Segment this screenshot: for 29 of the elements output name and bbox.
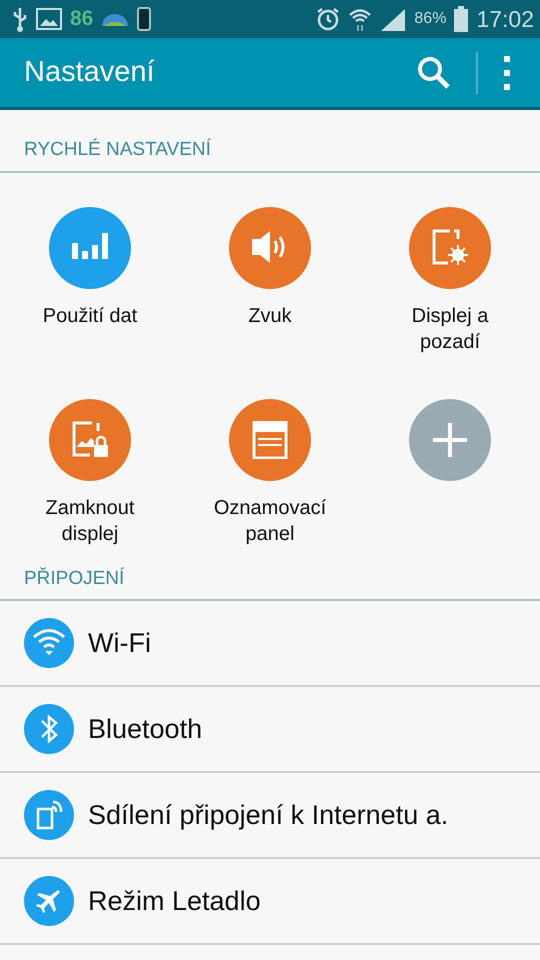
shortcut-tile[interactable]: Zamknout displej (0, 398, 180, 546)
search-button[interactable] (416, 54, 452, 90)
usb-icon (12, 6, 28, 32)
shortcut-tile[interactable]: Displej a pozadí (360, 206, 540, 354)
clock-time: 17:02 (476, 4, 534, 34)
image-icon (36, 8, 62, 30)
more-options-button[interactable] (502, 54, 512, 90)
wifi-icon (348, 7, 372, 31)
shortcut-tile[interactable]: Oznamovací panel (180, 398, 360, 546)
signal-icon (380, 7, 406, 31)
section-header: RYCHLÉ NASTAVENÍ (0, 110, 540, 172)
shortcut-tile[interactable]: Zvuk (180, 206, 360, 354)
battery-percent: 86% (414, 9, 446, 29)
settings-list-item[interactable]: Režim Letadlo (0, 859, 540, 945)
screen-title: Nastavení (24, 54, 156, 90)
alarm-icon (316, 7, 340, 31)
notification-count: 86 (70, 6, 94, 32)
shortcut-tile[interactable]: Použití dat (0, 206, 180, 354)
phone-icon (137, 7, 152, 31)
battery-icon (454, 6, 468, 32)
section-header: PŘIPOJENÍ (0, 550, 540, 601)
display-brightness-icon (430, 228, 470, 266)
settings-list-item[interactable]: Sdílení připojení k Internetu a. (0, 773, 540, 859)
globe-icon (101, 12, 130, 26)
settings-list-item[interactable]: Bluetooth (0, 687, 540, 773)
lock-screen-icon (70, 420, 110, 458)
settings-list-item[interactable]: Wi-Fi (0, 601, 540, 687)
panel-icon (250, 420, 290, 458)
plus-icon (430, 420, 470, 458)
